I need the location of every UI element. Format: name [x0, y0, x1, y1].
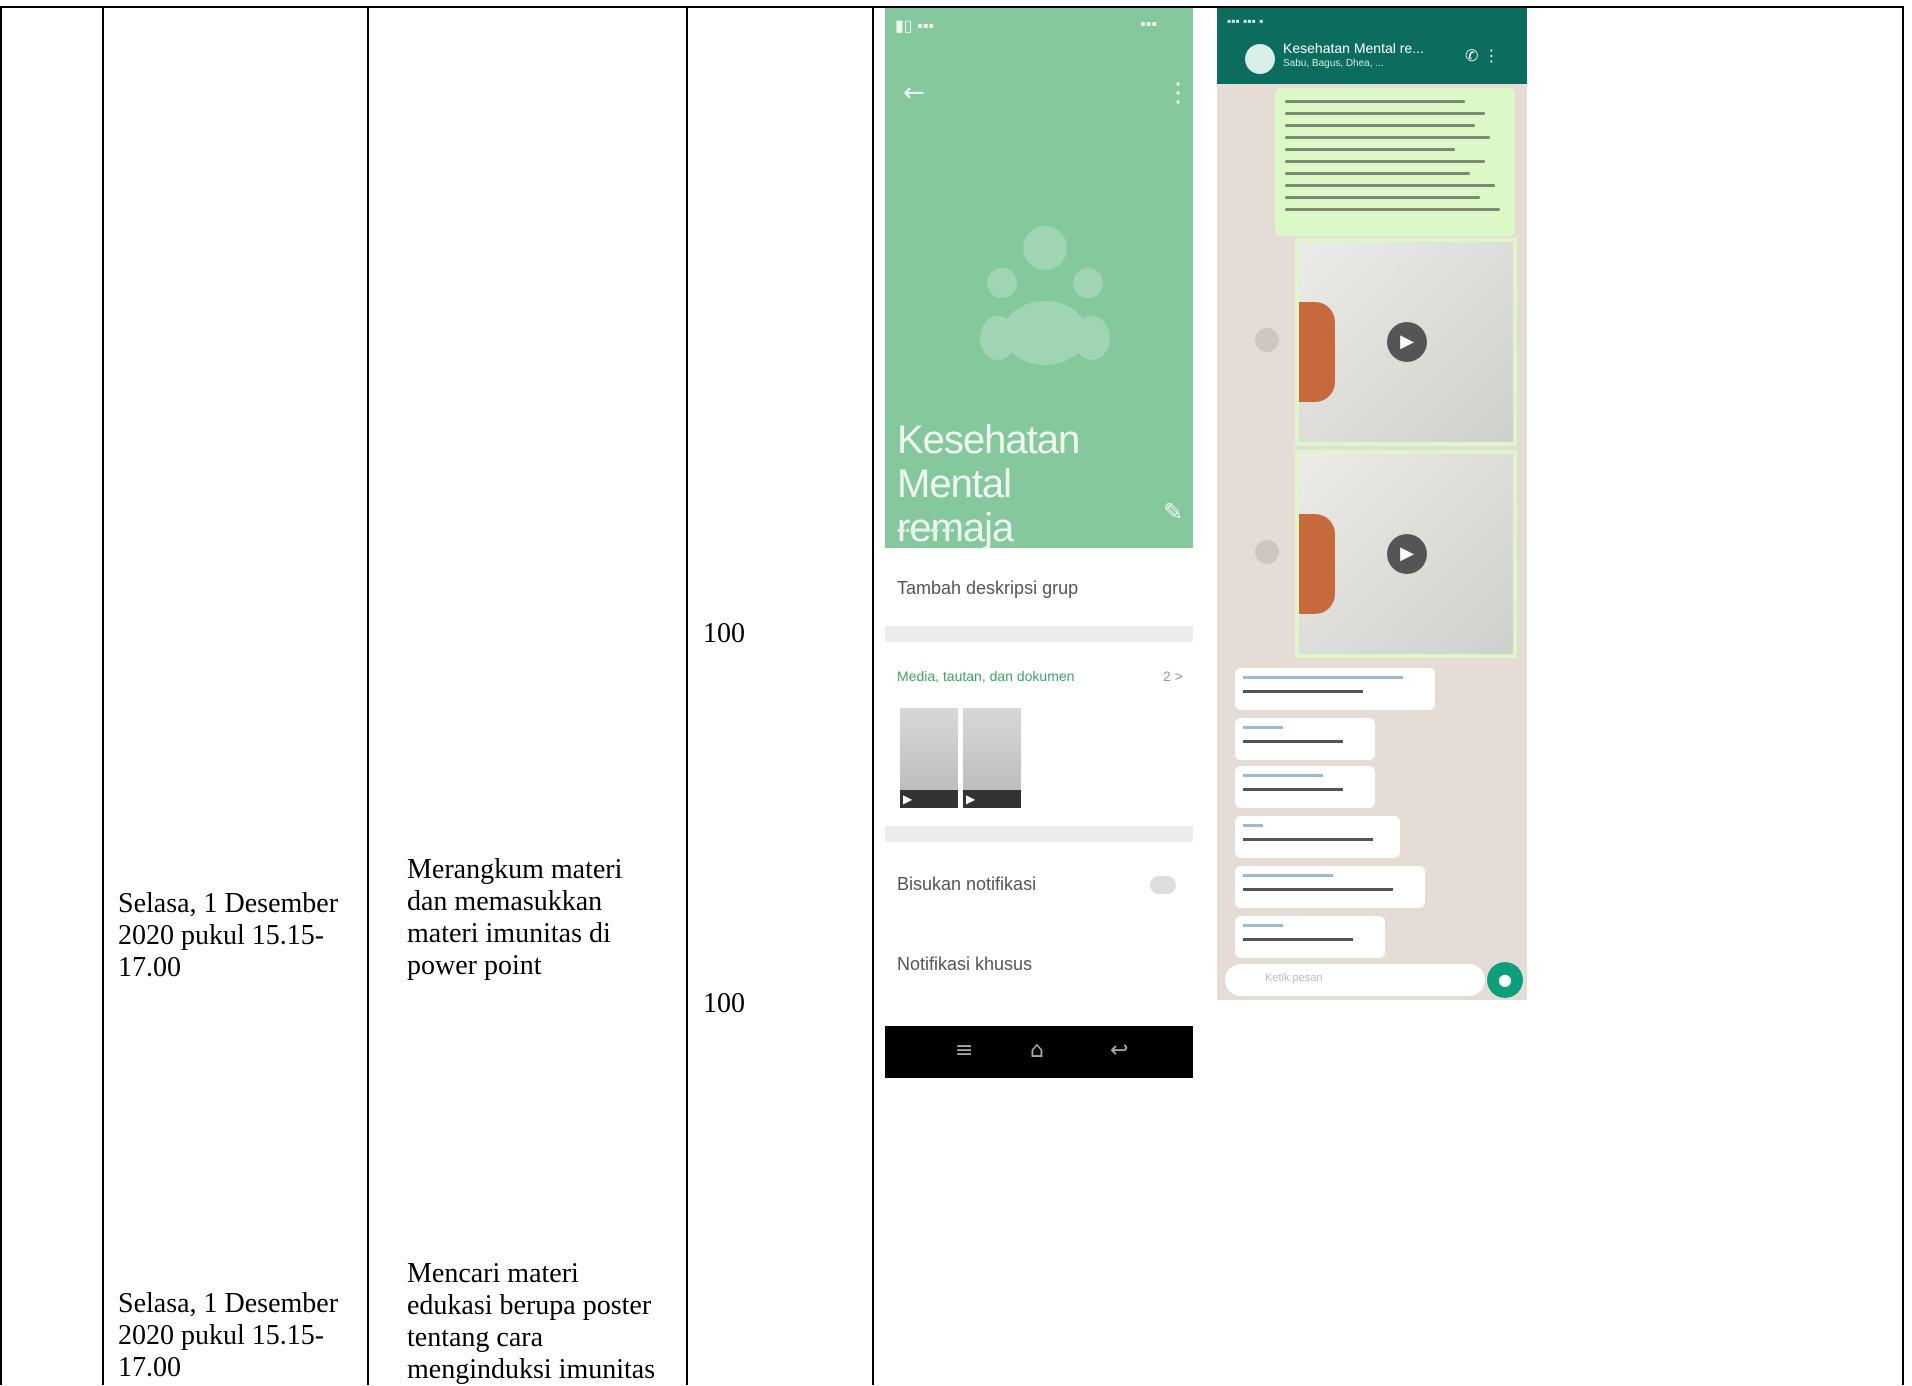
- arrow-left-icon[interactable]: ←: [903, 78, 925, 108]
- share-icon[interactable]: [1255, 540, 1279, 564]
- document-page: Selasa, 1 Desember 2020 pukul 15.15- 17.…: [0, 0, 1912, 1385]
- mic-icon[interactable]: ●: [1487, 962, 1523, 998]
- score-cell: 100: [703, 618, 745, 649]
- message-input[interactable]: Ketik pesan: [1225, 964, 1485, 996]
- mute-row[interactable]: Bisukan notifikasi: [897, 874, 1036, 895]
- incoming-message: [1235, 718, 1375, 760]
- date-cell: Selasa, 1 Desember 2020 pukul 15.15- 17.…: [118, 1288, 339, 1383]
- column-divider-3: [686, 7, 688, 1385]
- video-thumbnail[interactable]: ▶: [963, 708, 1021, 808]
- custom-notification-row[interactable]: Notifikasi khusus: [897, 954, 1032, 975]
- back-icon[interactable]: ↩: [1110, 1038, 1128, 1063]
- column-divider-2: [367, 7, 369, 1385]
- group-subtitle: ▪▪▪▪▪ ▪▪▪▪ ▪▪▪: [897, 523, 955, 537]
- avatar[interactable]: [1245, 44, 1275, 74]
- chat-subtitle: Sabu, Bagus, Dhea, ...: [1283, 58, 1384, 69]
- chat-title[interactable]: Kesehatan Mental re...: [1283, 40, 1424, 56]
- nav-bar: ≡ ⌂ ↩: [885, 1026, 1193, 1078]
- mute-toggle[interactable]: [1150, 876, 1176, 894]
- table-border-right: [1902, 7, 1904, 1385]
- status-bar: ▮▯ ▪▪▪ ▪▪▪: [895, 16, 1158, 35]
- description-row[interactable]: Tambah deskripsi grup: [897, 578, 1078, 599]
- incoming-message: [1235, 816, 1400, 858]
- incoming-message: [1235, 866, 1425, 908]
- chat-header: ▪▪▪ ▪▪▪ ▪ Kesehatan Mental re... Sabu, B…: [1217, 8, 1527, 84]
- activity-cell: Mencari materi edukasi berupa poster ten…: [407, 1258, 656, 1385]
- table-border-left: [0, 7, 2, 1385]
- group-header: ▮▯ ▪▪▪ ▪▪▪ ← ⋮ Kesehatan Mental remaja ▪▪…: [885, 8, 1193, 550]
- divider: [885, 626, 1193, 642]
- video-thumbnail[interactable]: ▶: [900, 708, 958, 808]
- media-label[interactable]: Media, tautan, dan dokumen: [897, 668, 1074, 684]
- divider: [885, 826, 1193, 842]
- share-icon[interactable]: [1255, 328, 1279, 352]
- column-divider-1: [102, 7, 104, 1385]
- more-vert-icon[interactable]: ⋮: [1165, 78, 1191, 108]
- play-icon[interactable]: ▶: [1387, 322, 1427, 362]
- menu-icon[interactable]: ≡: [955, 1038, 973, 1063]
- call-icon[interactable]: ✆ ⋮: [1465, 46, 1500, 65]
- status-bar: ▪▪▪ ▪▪▪ ▪: [1227, 14, 1264, 28]
- video-message[interactable]: ▶: [1295, 450, 1517, 658]
- chat-screenshot: ▪▪▪ ▪▪▪ ▪ Kesehatan Mental re... Sabu, B…: [1217, 8, 1527, 1000]
- group-avatar-icon: [980, 226, 1110, 365]
- incoming-message: [1235, 916, 1385, 958]
- score-cell: 100: [703, 988, 745, 1019]
- home-icon[interactable]: ⌂: [1030, 1038, 1044, 1063]
- edit-icon[interactable]: ✎: [1163, 498, 1183, 526]
- activity-cell: Merangkum materi dan memasukkan materi i…: [407, 854, 623, 981]
- column-divider-4: [872, 7, 874, 1385]
- incoming-message: [1235, 668, 1435, 710]
- input-placeholder: Ketik pesan: [1265, 972, 1323, 984]
- group-info-screenshot: ▮▯ ▪▪▪ ▪▪▪ ← ⋮ Kesehatan Mental remaja ▪▪…: [885, 8, 1193, 1078]
- play-icon[interactable]: ▶: [1387, 534, 1427, 574]
- date-cell: Selasa, 1 Desember 2020 pukul 15.15- 17.…: [118, 888, 339, 983]
- media-count[interactable]: 2 >: [1163, 668, 1183, 684]
- video-message[interactable]: ▶: [1295, 238, 1517, 446]
- incoming-message: [1235, 766, 1375, 808]
- outgoing-message: [1275, 88, 1515, 236]
